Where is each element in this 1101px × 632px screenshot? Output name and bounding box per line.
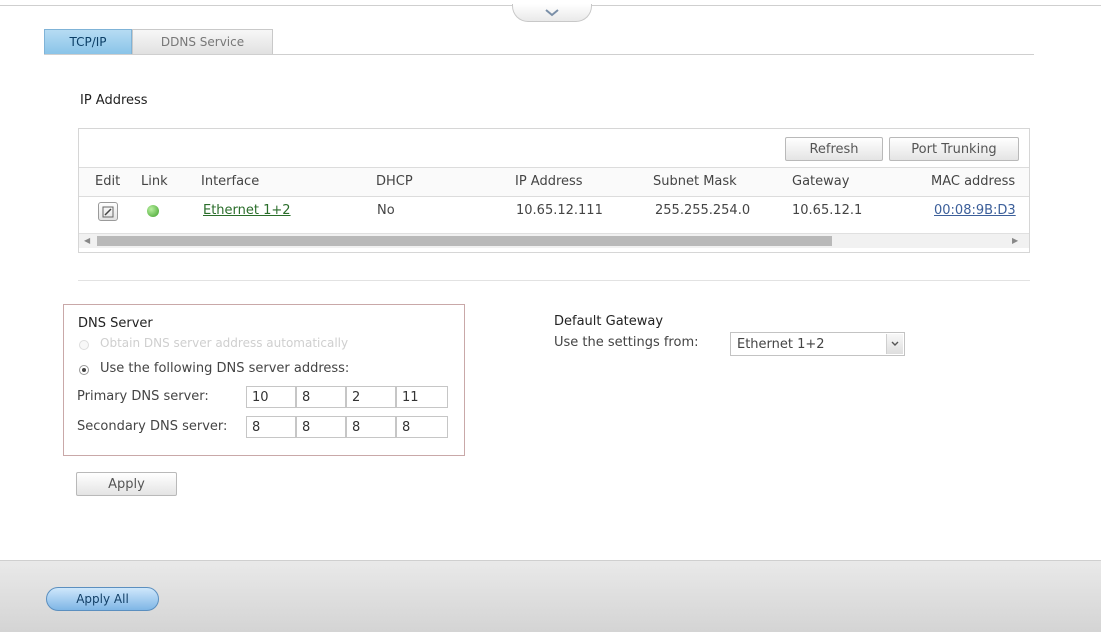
table-row[interactable]: Ethernet 1+2 No 10.65.12.111 255.255.254… (79, 196, 1029, 227)
mac-address-link[interactable]: 00:08:9B:D3 (934, 203, 1016, 218)
dropdown-arrow[interactable] (886, 334, 903, 354)
subnet-mask-value: 255.255.254.0 (655, 203, 751, 218)
dns-manual-label: Use the following DNS server address: (100, 361, 350, 376)
interface-link[interactable]: Ethernet 1+2 (203, 203, 291, 218)
tab-ddns-service[interactable]: DDNS Service (132, 29, 273, 54)
secondary-dns-octet-4[interactable] (396, 416, 448, 438)
gateway-value: 10.65.12.1 (792, 203, 863, 218)
link-status-icon (147, 205, 159, 217)
tab-divider (44, 54, 1034, 55)
edit-button[interactable] (98, 202, 118, 221)
scroll-right-icon[interactable]: ▶ (1012, 234, 1018, 248)
ip-address-title: IP Address (80, 93, 148, 108)
secondary-dns-octet-2[interactable] (296, 416, 346, 438)
dhcp-value: No (377, 203, 395, 218)
edit-icon (102, 206, 114, 217)
chevron-down-icon (545, 8, 559, 16)
default-gateway-title: Default Gateway (554, 314, 664, 329)
horizontal-scrollbar[interactable]: ◀ ▶ (79, 233, 1029, 248)
port-trunking-button[interactable]: Port Trunking (889, 137, 1019, 161)
default-gateway-label: Use the settings from: (554, 335, 699, 350)
ip-address-grid: Refresh Port Trunking Edit Link Interfac… (78, 128, 1030, 253)
dns-manual-radio[interactable] (79, 365, 89, 375)
refresh-button[interactable]: Refresh (785, 137, 883, 161)
scrollbar-thumb[interactable] (97, 236, 832, 246)
secondary-dns-octet-1[interactable] (246, 416, 296, 438)
column-header-link: Link (141, 174, 168, 189)
column-header-mac-address: MAC address (931, 174, 1016, 189)
dns-auto-radio[interactable] (79, 340, 89, 350)
section-divider (78, 280, 1030, 281)
column-header-dhcp: DHCP (376, 174, 413, 189)
secondary-dns-label: Secondary DNS server: (77, 419, 228, 434)
primary-dns-octet-3[interactable] (346, 386, 396, 408)
column-header-ip-address: IP Address (515, 174, 583, 189)
primary-dns-octet-2[interactable] (296, 386, 346, 408)
collapse-toggle[interactable] (512, 4, 592, 22)
chevron-down-icon (891, 341, 899, 346)
dns-server-title: DNS Server (78, 316, 153, 331)
grid-header: Edit Link Interface DHCP IP Address Subn… (79, 167, 1029, 197)
apply-all-button[interactable]: Apply All (46, 587, 159, 611)
footer-bar (0, 560, 1101, 632)
primary-dns-octet-4[interactable] (396, 386, 448, 408)
primary-dns-octet-1[interactable] (246, 386, 296, 408)
default-gateway-selected: Ethernet 1+2 (737, 337, 825, 352)
column-header-interface: Interface (201, 174, 260, 189)
column-header-gateway: Gateway (792, 174, 850, 189)
tab-bar: TCP/IP DDNS Service (44, 29, 273, 55)
dns-server-panel: DNS Server Obtain DNS server address aut… (63, 304, 465, 456)
tab-tcp-ip[interactable]: TCP/IP (44, 29, 132, 54)
ip-address-value: 10.65.12.111 (516, 203, 603, 218)
secondary-dns-octet-3[interactable] (346, 416, 396, 438)
dns-auto-label: Obtain DNS server address automatically (100, 336, 349, 350)
column-header-subnet-mask: Subnet Mask (653, 174, 737, 189)
default-gateway-select[interactable]: Ethernet 1+2 (730, 332, 905, 356)
apply-button[interactable]: Apply (76, 472, 177, 496)
column-header-edit: Edit (95, 174, 121, 189)
scroll-left-icon[interactable]: ◀ (84, 234, 90, 248)
primary-dns-label: Primary DNS server: (77, 389, 209, 404)
